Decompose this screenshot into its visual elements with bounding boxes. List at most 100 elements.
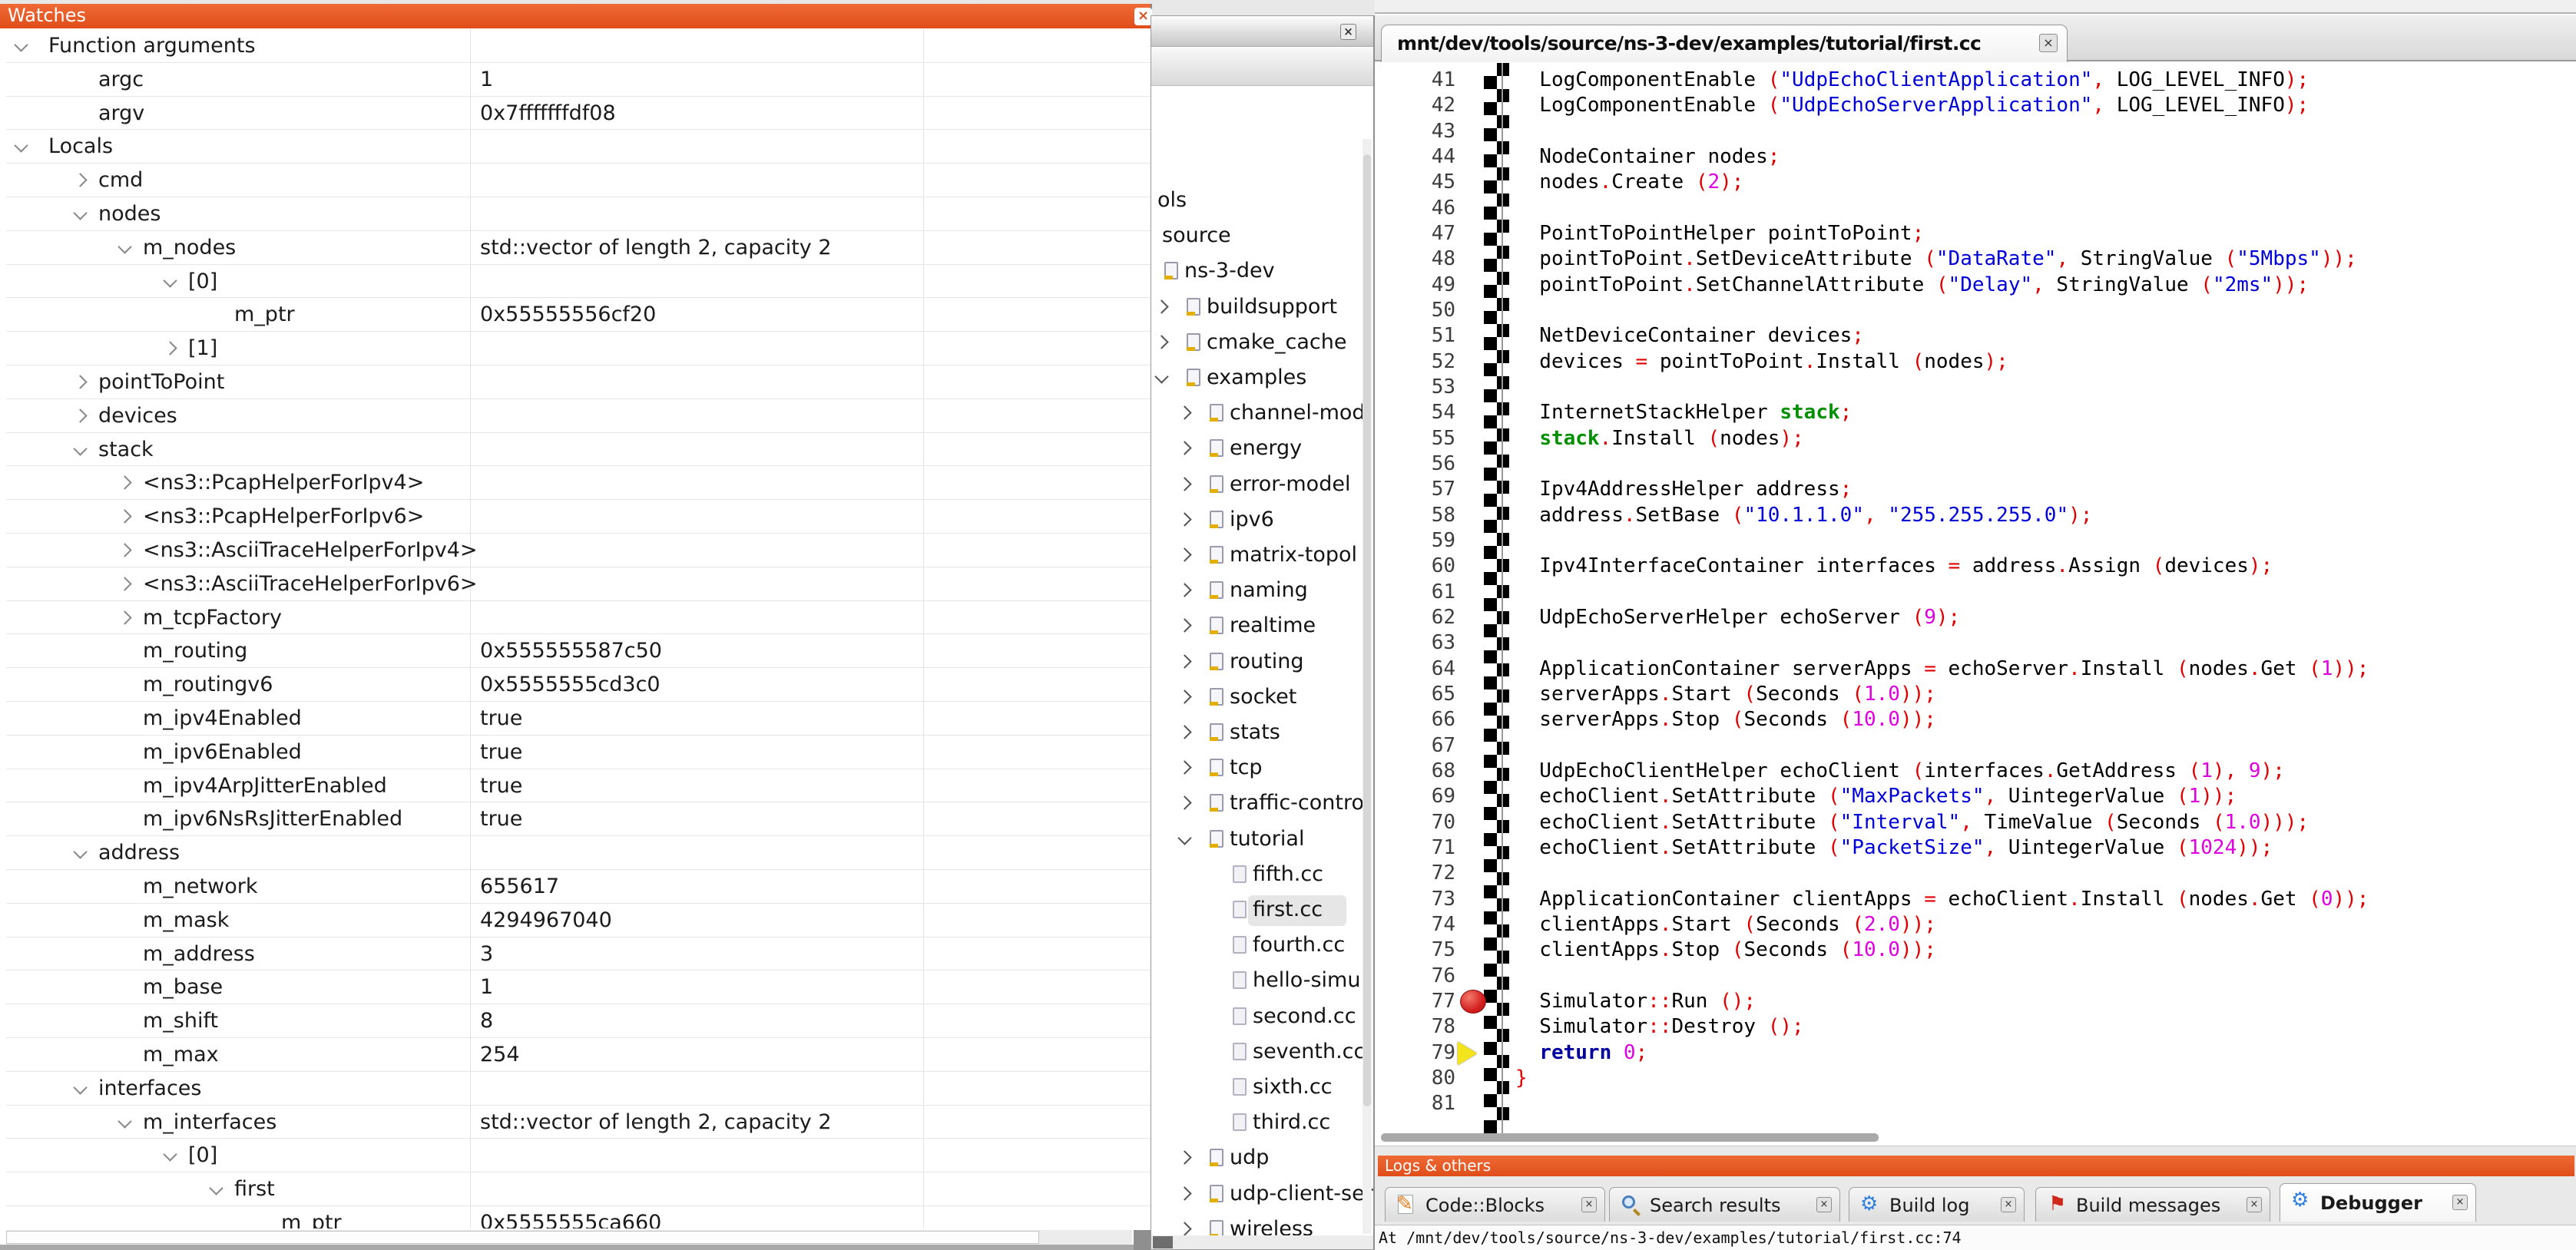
line-number[interactable]: 63 xyxy=(1375,630,1455,656)
chevron-right-icon[interactable] xyxy=(1177,796,1191,810)
chevron-down-icon[interactable] xyxy=(209,1181,223,1195)
close-icon[interactable]: × xyxy=(1816,1197,1832,1212)
code-line[interactable]: echoClient.SetAttribute ("MaxPackets", U… xyxy=(1515,784,2237,809)
chevron-right-icon[interactable] xyxy=(1177,654,1191,668)
tree-item-seventh-cc[interactable]: seventh.cc xyxy=(1151,1037,1373,1067)
watch-row[interactable]: m_tcpFactory xyxy=(6,601,1151,635)
watch-row[interactable]: Locals xyxy=(6,130,1151,164)
code-line[interactable]: UdpEchoClientHelper echoClient (interfac… xyxy=(1515,759,2285,784)
watch-row[interactable]: m_ipv6NsRsJitterEnabledtrue xyxy=(6,802,1151,836)
tree-item-tutorial[interactable]: tutorial xyxy=(1151,824,1373,855)
line-number[interactable]: 43 xyxy=(1375,119,1455,144)
watch-row[interactable]: <ns3::AsciiTraceHelperForIpv6> xyxy=(6,567,1151,601)
close-icon[interactable]: × xyxy=(1134,8,1152,25)
line-number[interactable]: 69 xyxy=(1375,784,1455,809)
watch-row[interactable]: m_ipv4Enabledtrue xyxy=(6,702,1151,736)
tree-hscrollbar[interactable] xyxy=(1151,1235,1373,1249)
tree-item-matrix-topol[interactable]: matrix-topol xyxy=(1151,540,1373,570)
tree-item-energy[interactable]: energy xyxy=(1151,433,1373,464)
breakpoint-icon[interactable] xyxy=(1460,990,1486,1014)
watch-row[interactable]: interfaces xyxy=(6,1072,1151,1106)
code-line[interactable]: address.SetBase ("10.1.1.0", "255.255.25… xyxy=(1515,503,2092,528)
line-number[interactable]: 42 xyxy=(1375,93,1455,118)
line-number[interactable]: 53 xyxy=(1375,375,1455,400)
editor-tab[interactable]: mnt/dev/tools/source/ns-3-dev/examples/t… xyxy=(1381,25,2068,62)
tree-item-examples[interactable]: examples xyxy=(1151,362,1373,393)
watches-resize-corner[interactable] xyxy=(1134,1230,1151,1250)
editor-hscrollbar[interactable] xyxy=(1381,1133,1879,1142)
watch-row[interactable]: m_ptr0x5555555ca660 xyxy=(6,1206,1151,1229)
line-number[interactable]: 51 xyxy=(1375,323,1455,349)
tree-item-fourth-cc[interactable]: fourth.cc xyxy=(1151,930,1373,961)
logs-tab-code-blocks[interactable]: ✎Code::Blocks× xyxy=(1385,1187,1605,1222)
watch-row[interactable]: m_ipv6Enabledtrue xyxy=(6,736,1151,769)
chevron-down-icon[interactable] xyxy=(73,1080,87,1094)
code-line[interactable]: clientApps.Stop (Seconds (10.0)); xyxy=(1515,938,1936,963)
chevron-down-icon[interactable] xyxy=(1177,831,1191,845)
tree-vscrollbar[interactable] xyxy=(1362,139,1372,1234)
watch-row[interactable]: m_routing0x555555587c50 xyxy=(6,634,1151,668)
chevron-right-icon[interactable] xyxy=(1177,512,1191,526)
chevron-right-icon[interactable] xyxy=(1177,583,1191,597)
chevron-down-icon[interactable] xyxy=(118,1114,131,1128)
chevron-right-icon[interactable] xyxy=(1177,725,1191,739)
watch-row[interactable]: pointToPoint xyxy=(6,365,1151,399)
watch-row[interactable]: cmd xyxy=(6,164,1151,197)
line-number[interactable]: 50 xyxy=(1375,298,1455,323)
chevron-down-icon[interactable] xyxy=(163,273,177,287)
line-number[interactable]: 61 xyxy=(1375,580,1455,605)
line-number[interactable]: 71 xyxy=(1375,835,1455,861)
line-number[interactable]: 75 xyxy=(1375,938,1455,963)
code-line[interactable]: stack.Install (nodes); xyxy=(1515,426,1804,451)
chevron-down-icon[interactable] xyxy=(73,845,87,858)
close-icon[interactable]: × xyxy=(2001,1197,2016,1212)
code-line[interactable]: clientApps.Start (Seconds (2.0)); xyxy=(1515,912,1936,938)
line-number[interactable]: 57 xyxy=(1375,477,1455,502)
chevron-right-icon[interactable] xyxy=(1177,619,1191,633)
tree-item-fifth-cc[interactable]: fifth.cc xyxy=(1151,859,1373,890)
watch-row[interactable]: address xyxy=(6,836,1151,870)
chevron-right-icon[interactable] xyxy=(1177,1186,1191,1200)
line-number[interactable]: 78 xyxy=(1375,1014,1455,1040)
tree-item-traffic-contro[interactable]: traffic-contro xyxy=(1151,788,1373,818)
tree-item-socket[interactable]: socket xyxy=(1151,682,1373,713)
tree-item-first-cc[interactable]: first.cc xyxy=(1151,895,1373,925)
tree-item-udp[interactable]: udp xyxy=(1151,1143,1373,1173)
code-line[interactable]: ApplicationContainer clientApps = echoCl… xyxy=(1515,887,2369,912)
code-line[interactable]: LogComponentEnable ("UdpEchoServerApplic… xyxy=(1515,93,2309,118)
line-number[interactable]: 70 xyxy=(1375,810,1455,835)
code-line[interactable]: } xyxy=(1515,1066,1528,1091)
line-number[interactable]: 72 xyxy=(1375,861,1455,886)
watch-row[interactable]: [1] xyxy=(6,332,1151,365)
code-line[interactable]: echoClient.SetAttribute ("PacketSize", U… xyxy=(1515,835,2273,861)
line-number[interactable]: 60 xyxy=(1375,554,1455,579)
chevron-right-icon[interactable] xyxy=(73,408,87,422)
logs-tab-build-messages[interactable]: ⚑Build messages× xyxy=(2035,1187,2270,1222)
watch-row[interactable]: argv0x7fffffffdf08 xyxy=(6,97,1151,131)
close-icon[interactable]: × xyxy=(2247,1197,2262,1212)
line-number[interactable]: 76 xyxy=(1375,964,1455,989)
watch-row[interactable]: m_network655617 xyxy=(6,870,1151,904)
watch-row[interactable]: devices xyxy=(6,399,1151,433)
line-number[interactable]: 62 xyxy=(1375,605,1455,630)
line-number[interactable]: 80 xyxy=(1375,1066,1455,1091)
chevron-right-icon[interactable] xyxy=(1177,1222,1191,1235)
chevron-right-icon[interactable] xyxy=(1177,689,1191,703)
tree-item-hello-simul[interactable]: hello-simul xyxy=(1151,965,1373,996)
chevron-right-icon[interactable] xyxy=(163,341,177,355)
chevron-down-icon[interactable] xyxy=(118,240,131,253)
chevron-right-icon[interactable] xyxy=(1177,760,1191,774)
code-line[interactable]: LogComponentEnable ("UdpEchoClientApplic… xyxy=(1515,68,2309,93)
code-line[interactable]: ApplicationContainer serverApps = echoSe… xyxy=(1515,656,2369,682)
chevron-right-icon[interactable] xyxy=(1177,1151,1191,1165)
code-line[interactable]: pointToPoint.SetChannelAttribute ("Delay… xyxy=(1515,273,2309,298)
watch-row[interactable]: nodes xyxy=(6,197,1151,231)
line-number[interactable]: 65 xyxy=(1375,682,1455,707)
code-line[interactable]: NetDeviceContainer devices; xyxy=(1515,323,1864,349)
chevron-down-icon[interactable] xyxy=(73,206,87,220)
chevron-right-icon[interactable] xyxy=(1177,405,1191,419)
tree-item-channel-mod[interactable]: channel-mod xyxy=(1151,398,1373,428)
tree-item-udp-client-ser[interactable]: udp-client-ser xyxy=(1151,1179,1373,1209)
chevron-down-icon[interactable] xyxy=(14,139,28,153)
tree-item-buildsupport[interactable]: buildsupport xyxy=(1151,292,1373,322)
